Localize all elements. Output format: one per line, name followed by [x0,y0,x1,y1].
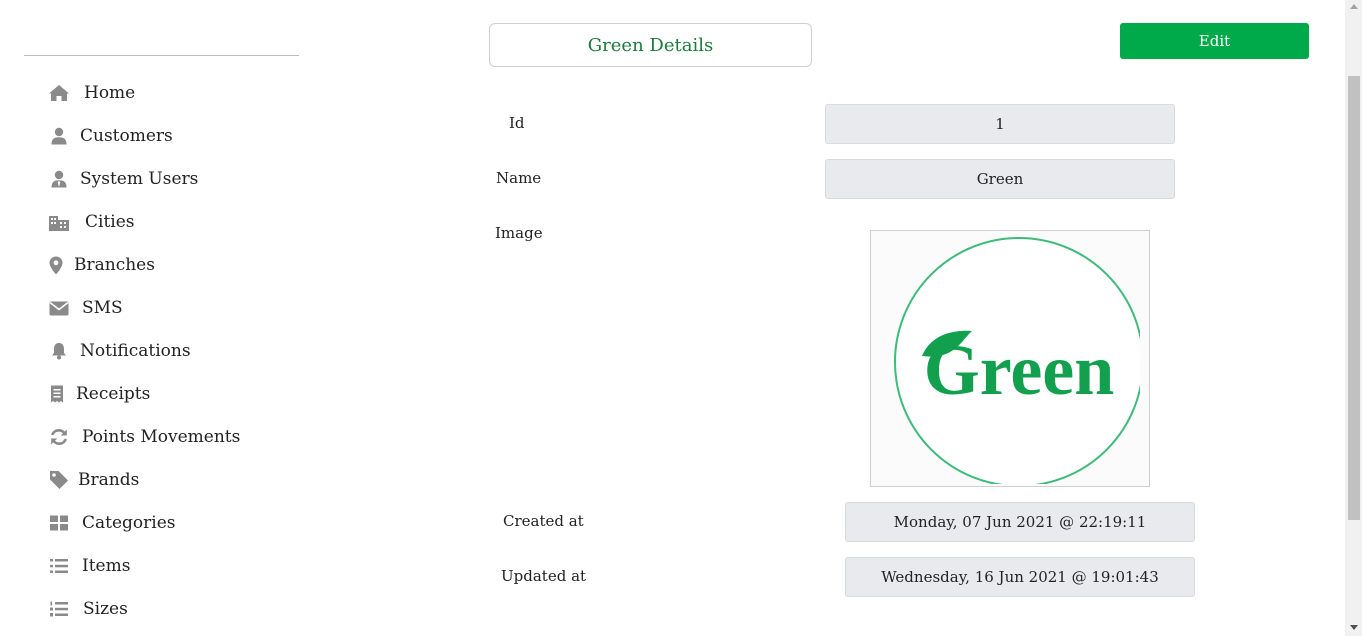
sidebar-item-label: Items [82,556,131,576]
user-icon [48,125,70,147]
id-value: 1 [825,104,1175,144]
sidebar-item-label: Cities [85,212,135,232]
sidebar-item-brands[interactable]: Brands [48,465,139,495]
image-label: Image [495,224,543,242]
scroll-up-arrow-icon[interactable] [1350,4,1358,9]
sidebar-item-label: Brands [78,470,140,490]
green-logo: Green [894,236,1140,484]
city-icon [48,211,70,233]
sidebar-item-label: SMS [82,298,123,318]
map-marker-icon [48,254,64,276]
id-label: Id [509,114,525,132]
scroll-thumb[interactable] [1348,76,1360,520]
bell-icon [48,340,70,362]
tag-icon [48,469,70,491]
name-label: Name [496,169,542,187]
sidebar-item-label: Branches [74,255,155,275]
sidebar-item-label: Receipts [76,384,151,404]
ordered-list-icon [48,598,70,620]
list-icon [48,555,70,577]
sidebar-item-points-movements[interactable]: Points Movements [48,422,240,452]
envelope-icon [48,297,70,319]
name-value: Green [825,159,1175,199]
sidebar-item-home[interactable]: Home [48,78,135,108]
sync-icon [48,426,70,448]
grid-icon [48,512,70,534]
sidebar-item-categories[interactable]: Categories [48,508,176,538]
sidebar-item-sizes[interactable]: Sizes [48,594,128,624]
updated-at-value: Wednesday, 16 Jun 2021 @ 19:01:43 [845,557,1195,597]
sidebar-item-sms[interactable]: SMS [48,293,123,323]
created-at-label: Created at [503,512,584,530]
sidebar-item-customers[interactable]: Customers [48,121,173,151]
vertical-scrollbar[interactable] [1345,0,1362,636]
created-at-value: Monday, 07 Jun 2021 @ 22:19:11 [845,502,1195,542]
scroll-down-arrow-icon[interactable] [1350,625,1358,630]
sidebar-item-notifications[interactable]: Notifications [48,336,191,366]
sidebar-item-label: Customers [80,126,173,146]
sidebar-item-items[interactable]: Items [48,551,130,581]
sidebar-item-receipts[interactable]: Receipts [48,379,150,409]
sidebar-item-label: System Users [80,169,199,189]
brand-image: Green [870,230,1150,487]
page-title: Green Details [489,23,812,67]
sidebar-item-cities[interactable]: Cities [48,207,135,237]
receipt-icon [48,383,66,405]
sidebar-item-label: Home [84,83,136,103]
sidebar: Home Customers System Users Cities Branc… [0,0,330,636]
sidebar-item-label: Categories [82,513,176,533]
home-icon [48,82,70,104]
user-tie-icon [48,168,70,190]
sidebar-divider [24,55,299,56]
sidebar-item-label: Sizes [83,599,128,619]
sidebar-item-system-users[interactable]: System Users [48,164,198,194]
updated-at-label: Updated at [501,567,587,585]
edit-button[interactable]: Edit [1120,23,1309,59]
sidebar-item-branches[interactable]: Branches [48,250,155,280]
sidebar-item-label: Points Movements [82,427,241,447]
sidebar-item-label: Notifications [80,341,191,361]
